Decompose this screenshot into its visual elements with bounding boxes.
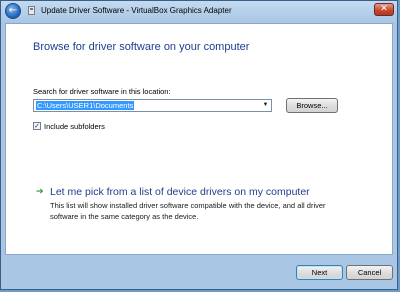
title-bar: ← Update Driver Software - VirtualBox Gr… — [1, 1, 397, 21]
search-location-label: Search for driver software in this locat… — [33, 87, 171, 96]
wizard-content: Browse for driver software on your compu… — [5, 23, 393, 255]
pick-from-list-description: This list will show installed driver sof… — [50, 201, 326, 221]
cancel-button[interactable]: Cancel — [346, 265, 393, 280]
close-button[interactable]: ✕ — [374, 3, 394, 16]
pick-from-list-title[interactable]: Let me pick from a list of device driver… — [50, 186, 310, 198]
path-input-value[interactable]: C:\Users\USER1\Documents — [36, 101, 135, 110]
green-arrow-icon: ➔ — [36, 187, 44, 197]
back-arrow-icon[interactable]: ← — [5, 3, 21, 19]
device-manager-icon — [28, 6, 35, 15]
include-subfolders-checkbox[interactable]: ✓ — [33, 122, 41, 130]
window-title: Update Driver Software - VirtualBox Grap… — [41, 6, 232, 15]
page-title: Browse for driver software on your compu… — [33, 41, 250, 53]
wizard-footer: Next Cancel — [5, 255, 393, 287]
browse-button[interactable]: Browse... — [286, 98, 338, 113]
update-driver-window: ← Update Driver Software - VirtualBox Gr… — [0, 0, 398, 290]
dropdown-arrow-icon[interactable]: ▼ — [261, 101, 270, 110]
path-combobox[interactable]: C:\Users\USER1\Documents ▼ — [33, 99, 272, 112]
include-subfolders-label[interactable]: Include subfolders — [44, 122, 105, 131]
next-button[interactable]: Next — [296, 265, 343, 280]
